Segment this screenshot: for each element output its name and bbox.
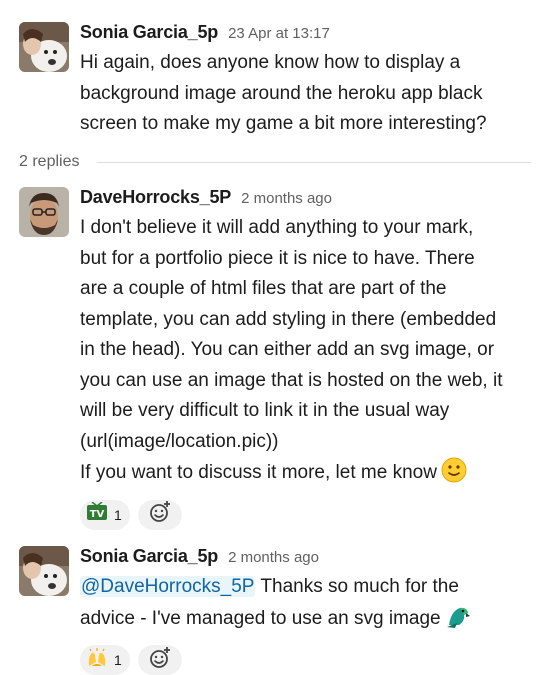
- message-text: @DaveHorrocks_5P Thanks so much for the …: [80, 572, 538, 639]
- author-name[interactable]: Sonia Garcia_5p: [80, 546, 218, 567]
- avatar-sonia[interactable]: [19, 22, 69, 72]
- author-name[interactable]: DaveHorrocks_5P: [80, 187, 231, 208]
- avatar-dave[interactable]: [19, 187, 69, 237]
- author-name[interactable]: Sonia Garcia_5p: [80, 22, 218, 43]
- replies-count: 2 replies: [19, 153, 80, 170]
- reactions-bar: 1: [80, 645, 538, 675]
- add-emoji-icon: [148, 646, 172, 675]
- reaction-count: 1: [114, 506, 122, 523]
- replies-divider: 2 replies: [19, 150, 531, 174]
- reaction-tv[interactable]: TV 1: [80, 499, 130, 530]
- user-mention[interactable]: @DaveHorrocks_5P: [80, 576, 256, 597]
- timestamp[interactable]: 23 Apr at 13:17: [228, 25, 330, 42]
- timestamp[interactable]: 2 months ago: [241, 190, 332, 207]
- message-text: I don't believe it will add anything to …: [80, 213, 538, 494]
- reaction-raised-hands[interactable]: 1: [80, 645, 130, 675]
- timestamp[interactable]: 2 months ago: [228, 549, 319, 566]
- raised-hands-emoji: [86, 647, 108, 673]
- svg-text:TV: TV: [90, 509, 105, 520]
- avatar-sonia[interactable]: [19, 546, 69, 596]
- reactions-bar: TV 1: [80, 499, 538, 530]
- tv-emoji: TV: [86, 501, 108, 527]
- parrot-emoji: [445, 603, 471, 640]
- reaction-count: 1: [114, 652, 122, 668]
- slightly-smiling-face-emoji: [441, 457, 467, 494]
- add-reaction-button[interactable]: [137, 499, 182, 530]
- add-reaction-button[interactable]: [137, 645, 182, 675]
- divider-line: [97, 161, 531, 163]
- add-emoji-icon: [148, 500, 172, 529]
- message-text: Hi again, does anyone know how to displa…: [80, 52, 487, 134]
